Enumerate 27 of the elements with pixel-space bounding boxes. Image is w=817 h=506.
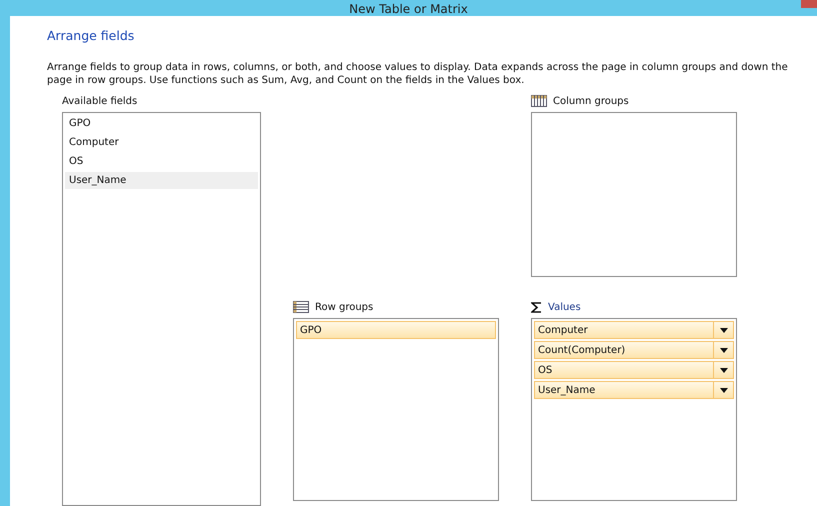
dropdown-arrow-icon[interactable] <box>720 348 728 352</box>
value-name: Count(Computer) <box>537 344 626 358</box>
value-name: OS <box>537 364 554 378</box>
description-text: Arrange fields to group data in rows, columns, or both, and choose values to display. Data expands across the page in column groups and down the page in row groups. Use functions such as Sum, Avg, and Count on the fields in the Values box. <box>47 61 789 87</box>
window-title: New Table or Matrix <box>349 2 468 16</box>
field-item[interactable]: User_Name <box>65 172 258 189</box>
value-name: Computer <box>537 324 589 338</box>
values-label: Values <box>548 302 581 312</box>
row-list-icon <box>293 301 309 313</box>
row-groups-label: Row groups <box>315 302 374 312</box>
dropdown-arrow-icon[interactable] <box>720 328 728 332</box>
dropdown-arrow-icon[interactable] <box>720 368 728 372</box>
field-item[interactable]: OS <box>65 153 258 170</box>
sigma-icon <box>531 302 542 312</box>
value-item[interactable]: OS <box>534 361 734 379</box>
field-item[interactable]: GPO <box>65 115 258 132</box>
dropdown-arrow-icon[interactable] <box>720 388 728 392</box>
field-item[interactable]: Computer <box>65 134 258 151</box>
value-item[interactable]: Computer <box>534 321 734 339</box>
available-fields-label: Available fields <box>62 96 138 106</box>
value-item[interactable]: Count(Computer) <box>534 341 734 359</box>
column-grid-icon <box>531 95 547 107</box>
group-item[interactable]: GPO <box>296 321 496 339</box>
column-groups-label: Column groups <box>553 96 629 106</box>
value-name: User_Name <box>537 384 596 398</box>
page-heading: Arrange fields <box>47 28 136 43</box>
value-item[interactable]: User_Name <box>534 381 734 399</box>
